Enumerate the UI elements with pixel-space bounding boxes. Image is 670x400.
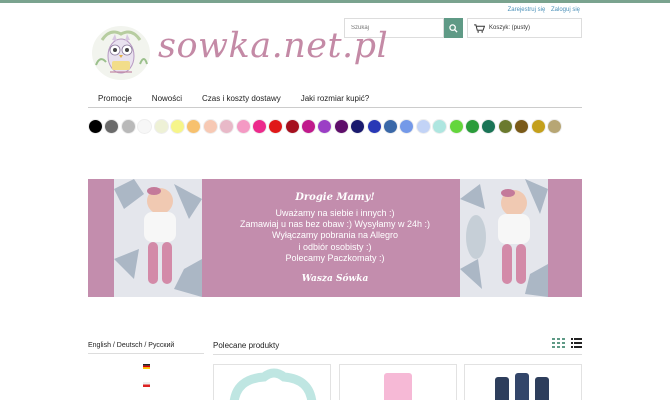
color-swatch[interactable] — [366, 119, 382, 134]
color-swatch[interactable] — [497, 119, 513, 134]
banner-line: Wyłączamy pobrania na Allegro — [272, 230, 398, 241]
banner-headline: Drogie Mamy! — [295, 192, 375, 203]
login-link[interactable]: Zaloguj się — [551, 7, 580, 13]
color-swatch[interactable] — [153, 119, 169, 134]
banner-signature: Wasza Sówka — [301, 274, 369, 284]
search-button[interactable] — [444, 18, 463, 38]
banner-line: Zamawiaj u nas bez obaw :) Wysyłamy w 24… — [240, 219, 430, 230]
site-logo[interactable]: sowka.net.pl — [90, 20, 388, 82]
recommended-title: Polecane produkty — [213, 341, 280, 350]
color-swatch[interactable] — [284, 119, 300, 134]
product-image — [495, 373, 549, 400]
color-swatch[interactable] — [202, 119, 218, 134]
color-swatch[interactable] — [350, 119, 366, 134]
color-swatch[interactable] — [546, 119, 562, 134]
cart-button[interactable]: Koszyk: (pusty) — [467, 18, 582, 38]
polish-flag-icon[interactable] — [143, 382, 150, 387]
color-swatch[interactable] — [514, 119, 530, 134]
color-swatch[interactable] — [333, 119, 349, 134]
product-card-tights[interactable] — [339, 364, 457, 400]
grid-view-icon[interactable] — [552, 338, 565, 348]
register-link[interactable]: Zarejestruj się — [508, 7, 546, 13]
color-swatch[interactable] — [219, 119, 235, 134]
search-icon — [449, 23, 458, 33]
color-filter — [88, 119, 562, 134]
list-view-icon[interactable] — [571, 338, 582, 348]
color-swatch[interactable] — [415, 119, 431, 134]
color-swatch[interactable] — [169, 119, 185, 134]
language-flags — [143, 360, 150, 400]
color-swatch[interactable] — [251, 119, 267, 134]
color-swatch[interactable] — [383, 119, 399, 134]
color-swatch[interactable] — [301, 119, 317, 134]
main-nav: Promocje Nowości Czas i koszty dostawy J… — [88, 94, 582, 108]
color-swatch[interactable] — [268, 119, 284, 134]
product-image — [384, 373, 412, 400]
promo-banner[interactable]: Drogie Mamy! Uważamy na siebie i innych … — [88, 179, 582, 297]
color-swatch[interactable] — [137, 119, 153, 134]
banner-line: i odbiór osobisty :) — [298, 241, 372, 252]
banner-line: Polecamy Paczkomaty :) — [285, 252, 385, 263]
color-swatch[interactable] — [481, 119, 497, 134]
auth-links: Zarejestruj się Zaloguj się — [504, 7, 580, 13]
banner-message: Uważamy na siebie i innych :) Zamawiaj u… — [88, 208, 582, 264]
color-swatch[interactable] — [120, 119, 136, 134]
nav-item-promotions[interactable]: Promocje — [88, 94, 142, 107]
owl-logo-icon — [92, 26, 150, 80]
color-swatch[interactable] — [235, 119, 251, 134]
color-swatch[interactable] — [88, 119, 103, 134]
german-flag-icon[interactable] — [143, 364, 150, 369]
banner-line: Uważamy na siebie i innych :) — [275, 208, 395, 218]
cart-icon — [474, 23, 485, 33]
color-swatch[interactable] — [104, 119, 120, 134]
language-selector[interactable]: English / Deutsch / Русский — [88, 342, 204, 354]
color-swatch[interactable] — [464, 119, 480, 134]
color-swatch[interactable] — [530, 119, 546, 134]
color-swatch[interactable] — [432, 119, 448, 134]
top-accent-line — [0, 0, 670, 3]
logo-text: sowka.net.pl — [158, 26, 389, 66]
color-swatch[interactable] — [399, 119, 415, 134]
color-swatch[interactable] — [448, 119, 464, 134]
product-card-teether[interactable] — [213, 364, 331, 400]
product-image — [229, 368, 317, 400]
color-swatch[interactable] — [317, 119, 333, 134]
nav-item-new[interactable]: Nowości — [142, 94, 192, 107]
nav-item-shipping[interactable]: Czas i koszty dostawy — [192, 94, 291, 107]
color-swatch[interactable] — [186, 119, 202, 134]
nav-item-size-guide[interactable]: Jaki rozmiar kupić? — [291, 94, 379, 107]
cart-label: Koszyk: (pusty) — [489, 25, 531, 31]
recommended-products-header: Polecane produkty — [213, 338, 582, 355]
product-card-leg-warmers[interactable] — [464, 364, 582, 400]
